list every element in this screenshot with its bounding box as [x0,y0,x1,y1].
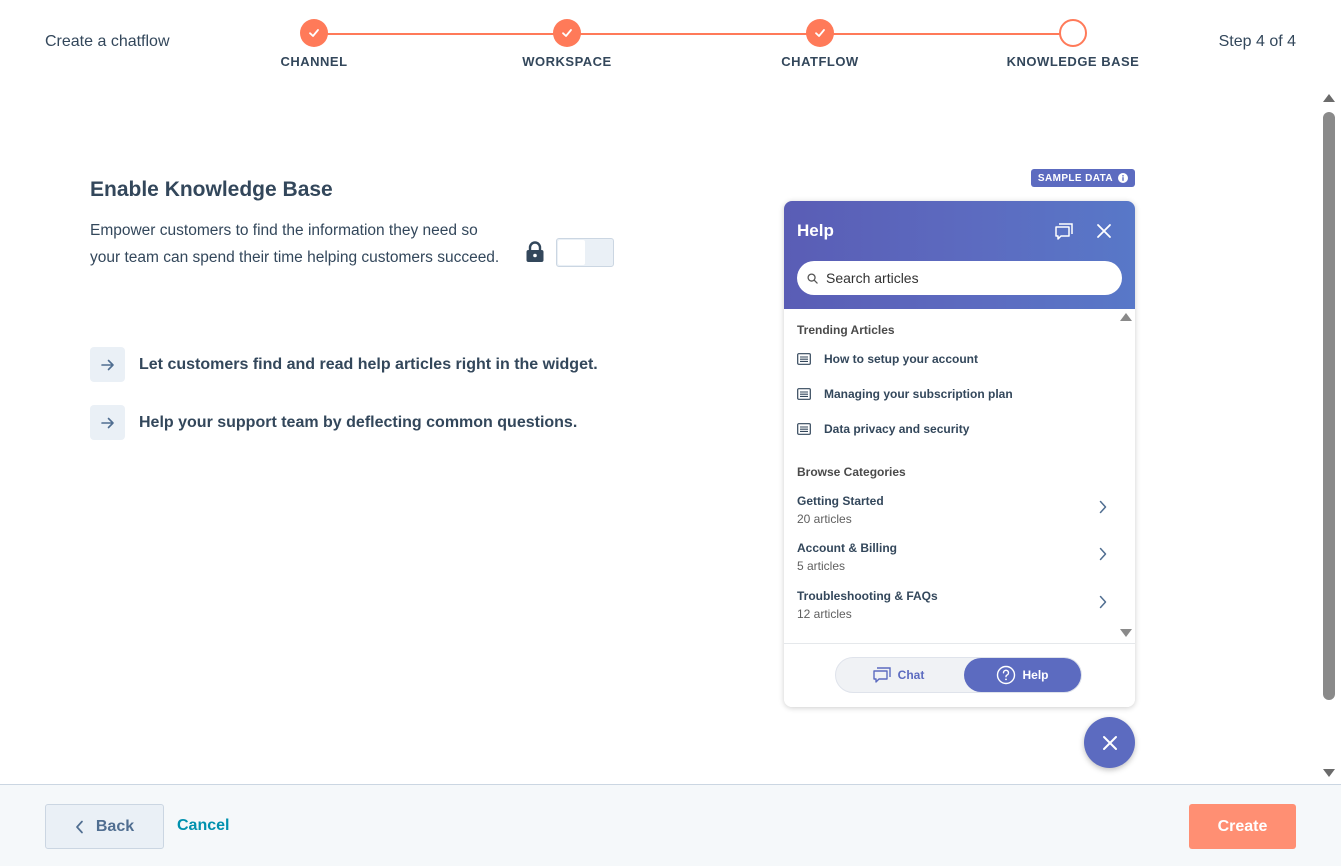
lock-icon [526,241,544,262]
arrow-right-icon [90,405,125,440]
current-step-circle [1059,19,1087,47]
wizard-footer: Back Cancel Create [0,784,1341,866]
category-count: 20 articles [797,512,852,526]
category-item[interactable]: Troubleshooting & FAQs 12 articles [797,589,1107,621]
page-scrollbar[interactable] [1317,90,1341,784]
tab-label: Help [1022,668,1049,682]
widget-title: Help [797,221,834,240]
widget-header: Help [784,201,1135,309]
close-icon [1102,735,1117,750]
back-button[interactable]: Back [45,804,164,849]
sample-data-badge: SAMPLE DATA [1031,169,1135,187]
scroll-thumb[interactable] [1323,112,1335,700]
article-link[interactable]: Managing your subscription plan [797,387,1013,401]
chevron-right-icon [1099,547,1107,561]
tab-chat[interactable]: Chat [836,658,960,692]
stepper-line [314,33,1073,35]
widget-tab-group: Chat Help [835,657,1082,693]
step-label: KNOWLEDGE BASE [1006,54,1140,69]
category-name: Account & Billing [797,541,897,555]
category-name: Troubleshooting & FAQs [797,589,938,603]
step-channel: CHANNEL [214,19,414,69]
widget-close-launcher[interactable] [1084,717,1135,768]
help-widget-preview: Help Trending Articles How to setup your… [784,201,1135,707]
check-icon [553,19,581,47]
badge-label: SAMPLE DATA [1037,172,1114,184]
section-description: Empower customers to find the informatio… [90,222,500,266]
widget-footer: Chat Help [784,643,1135,707]
step-chatflow: CHATFLOW [720,19,920,69]
step-label: WORKSPACE [522,54,612,69]
chat-icon [872,667,891,683]
tab-label: Chat [897,668,925,682]
article-icon [797,423,811,435]
trending-articles-label: Trending Articles [797,323,895,337]
wizard-header: Create a chatflow CHANNEL WORKSPACE CHAT… [0,0,1341,90]
article-title: Managing your subscription plan [824,387,1013,401]
toggle-knob [558,240,585,265]
scroll-up-arrow-icon[interactable] [1323,94,1335,102]
article-search-box[interactable] [797,261,1122,295]
search-icon [807,272,818,284]
check-icon [300,19,328,47]
help-icon [997,665,1016,685]
widget-body: Trending Articles How to setup your acco… [784,309,1135,643]
step-label: CHATFLOW [781,54,859,69]
step-count: Step 4 of 4 [1218,33,1296,50]
article-title: How to setup your account [824,352,979,366]
page-title: Create a chatflow [45,33,170,50]
chevron-left-icon [76,820,83,833]
category-item[interactable]: Account & Billing 5 articles [797,541,1107,573]
article-title: Data privacy and security [824,422,970,436]
chevron-right-icon [1099,500,1107,514]
scroll-down-arrow-icon[interactable] [1323,769,1335,777]
category-count: 12 articles [797,607,852,621]
step-knowledge-base: KNOWLEDGE BASE [973,19,1173,69]
step-workspace: WORKSPACE [467,19,667,69]
info-icon[interactable] [1118,173,1129,183]
feature-text: Let customers find and read help article… [139,355,598,373]
chevron-right-icon [1099,595,1107,609]
knowledge-base-toggle[interactable] [556,238,614,267]
article-icon [797,353,811,365]
arrow-right-icon [90,347,125,382]
category-count: 5 articles [797,559,846,573]
tab-help[interactable]: Help [964,658,1081,692]
article-link[interactable]: Data privacy and security [797,422,969,436]
feature-text: Help your support team by deflecting com… [139,413,578,431]
widget-scroll-down-icon[interactable] [1120,629,1132,637]
browse-categories-label: Browse Categories [797,465,906,479]
search-input[interactable] [826,270,1106,286]
close-icon[interactable] [1092,219,1116,243]
back-label: Back [95,817,135,835]
feature-item: Help your support team by deflecting com… [90,405,577,440]
step-label: CHANNEL [280,54,348,69]
section-title: Enable Knowledge Base [90,178,333,201]
conversations-icon[interactable] [1052,219,1076,243]
widget-scroll-up-icon[interactable] [1120,313,1132,321]
category-item[interactable]: Getting Started 20 articles [797,494,1107,526]
article-link[interactable]: How to setup your account [797,352,978,366]
create-button[interactable]: Create [1189,804,1296,849]
check-icon [806,19,834,47]
cancel-link[interactable]: Cancel [177,817,229,835]
category-name: Getting Started [797,494,884,508]
feature-item: Let customers find and read help article… [90,347,598,382]
article-icon [797,388,811,400]
